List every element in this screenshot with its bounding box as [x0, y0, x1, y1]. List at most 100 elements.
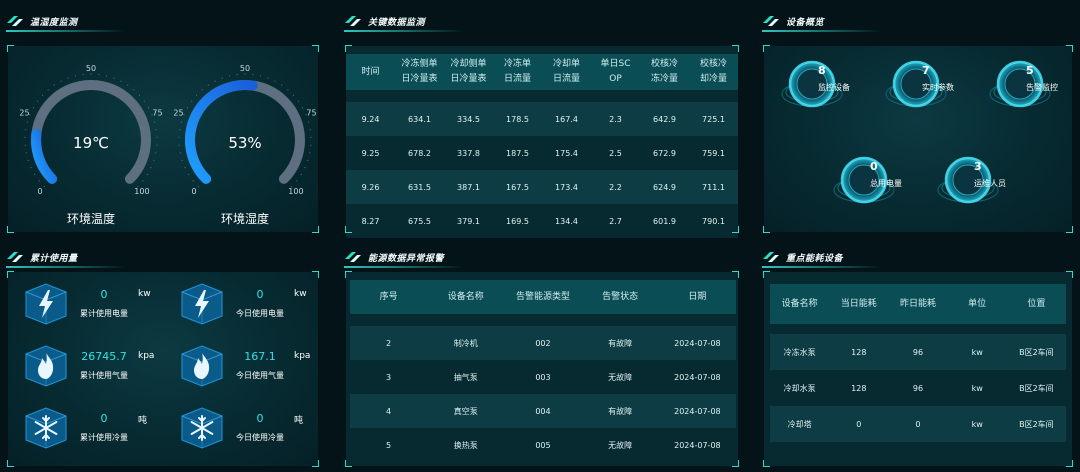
- table-cell: kw: [971, 383, 983, 393]
- overview-item[interactable]: 8 监控设备: [778, 58, 866, 118]
- table-row[interactable]: 9.24 634.1 334.5 178.5 167.4 2.3 642.9 725.1: [346, 102, 738, 136]
- table-cell: 187.5: [506, 148, 529, 158]
- gauge-tick-label: 25: [173, 108, 183, 117]
- table-cell: 冷却水泵: [783, 383, 816, 393]
- gauge-value: 53%: [228, 134, 262, 152]
- panel-body: 设备名称 当日能耗 昨日能耗 单位 位置 冷冻水泵 128 96 kw B区2车间冷却水泵 128…: [763, 271, 1073, 467]
- table-cell: 9.25: [361, 148, 380, 158]
- gauge-tick: [143, 100, 145, 102]
- gauge-tick: [120, 80, 122, 82]
- column-header: 日期: [658, 280, 736, 314]
- gauge-tick: [82, 73, 84, 76]
- gauge-tick: [301, 107, 304, 109]
- table-cell: 2024-07-08: [674, 338, 721, 348]
- gauge-tick-label: 75: [306, 108, 316, 117]
- overview-label: 运维人员: [974, 179, 1006, 188]
- gauge-tick: [146, 173, 148, 176]
- table-cell: 387.1: [457, 182, 480, 192]
- usage-value: 0: [256, 412, 264, 425]
- column-header: 告警状态: [581, 280, 659, 314]
- table-cell: 173.4: [555, 182, 578, 192]
- panel-body: 0 25 50 75 100 19℃ 环境温度 0 25 50 75 100 53% 环境湿度: [7, 45, 319, 233]
- table-cell: 631.5: [408, 182, 431, 192]
- table-cell: 128: [851, 383, 867, 393]
- temp-humidity-panel: 温湿度监测 0 25 50 75 100 19℃ 环境温度 0 25 50 75 100 53%…: [0, 8, 325, 233]
- table-cell: 制冷机: [453, 338, 478, 348]
- panel-logo-icon: [7, 252, 23, 262]
- table-cell: 冷却塔: [787, 419, 812, 429]
- table-cell: 134.4: [555, 216, 578, 226]
- gauge-tick: [195, 94, 198, 96]
- table-cell: 790.1: [702, 216, 725, 226]
- table-cell: kw: [971, 347, 983, 357]
- table-cell: 0: [856, 419, 862, 429]
- usage-unit: kpa: [294, 351, 311, 361]
- overview-item[interactable]: 3 运维人员: [934, 154, 1022, 214]
- usage-value: 26745.7: [81, 350, 127, 363]
- table-cell: 0: [915, 419, 921, 429]
- table-cell: 无故障: [608, 440, 633, 450]
- table-cell: 334.5: [457, 114, 480, 124]
- table-cell: 9.26: [361, 182, 380, 192]
- panel-body: 序号 设备名称 告警能源类型 告警状态 日期 2 制冷机 002 有故障 2024-07-08 3…: [345, 271, 739, 467]
- table-row[interactable]: 4 真空泵 004 有故障 2024-07-08: [350, 394, 736, 428]
- table-cell: 167.4: [555, 114, 578, 124]
- usage-value: 0: [100, 412, 108, 425]
- column-header: 冷却侧单 日冷量表: [444, 54, 493, 90]
- temperature-gauge: 0 25 50 75 100 19℃ 环境温度: [16, 58, 166, 226]
- gauge-tick: [267, 77, 269, 79]
- usage-label: 累计使用冷量: [80, 433, 128, 442]
- table-row[interactable]: 冷却水泵 128 96 kw B区2车间: [770, 370, 1066, 406]
- table-row[interactable]: 冷冻水泵 128 96 kw B区2车间: [770, 334, 1066, 370]
- gauge-tick: [179, 129, 181, 131]
- gauge-tick: [153, 121, 156, 123]
- panel-title: 重点能耗设备: [786, 253, 844, 264]
- column-header: 冷却单 日流量: [542, 54, 591, 90]
- flame-icon: [25, 345, 67, 387]
- table-cell: 4: [386, 406, 392, 416]
- table-row[interactable]: 3 抽气泵 003 无故障 2024-07-08: [350, 360, 736, 394]
- table-cell: 337.8: [457, 148, 480, 158]
- gauge-tick: [296, 180, 298, 182]
- table-cell: 有故障: [608, 406, 633, 416]
- usage-item: 0 kw 今日使用电量: [180, 282, 330, 330]
- gauge-tick-label: 100: [134, 187, 149, 196]
- usage-item: 0 吨 累计使用冷量: [24, 406, 174, 454]
- table-cell: 无故障: [608, 372, 633, 382]
- device-overview-panel: 设备概览 8 监控设备 7 实时参数 5 告警监控 0 总用电量 3 运维人员: [756, 8, 1080, 233]
- column-header: 校核冷 却冷量: [689, 54, 738, 90]
- gauge-tick: [297, 100, 299, 102]
- flame-icon: [181, 345, 223, 387]
- gauge-tick: [29, 114, 31, 116]
- overview-item[interactable]: 5 告警监控: [986, 58, 1074, 118]
- panel-logo-icon: [345, 16, 361, 26]
- table-header-row: 设备名称 当日能耗 昨日能耗 单位 位置: [770, 284, 1066, 324]
- table-row[interactable]: 8.27 675.5 379.1 169.5 134.4 2.7 601.9 790.1: [346, 204, 738, 238]
- table-row[interactable]: 冷却塔 0 0 kw B区2车间: [770, 406, 1066, 442]
- table-row[interactable]: 2 制冷机 002 有故障 2024-07-08: [350, 326, 736, 360]
- table-row[interactable]: 9.25 678.2 337.8 187.5 175.4 2.5 672.9 759.1: [346, 136, 738, 170]
- usage-unit: 吨: [294, 416, 304, 426]
- snowflake-icon: [25, 407, 67, 449]
- gauge-tick-label: 0: [192, 187, 197, 196]
- table-cell: 8.27: [361, 216, 380, 226]
- table-row[interactable]: 9.26 631.5 387.1 167.5 173.4 2.2 624.9 711.1: [346, 170, 738, 204]
- lightning-icon: [181, 283, 223, 325]
- usage-value: 0: [256, 288, 264, 301]
- gauge-tick: [150, 167, 152, 169]
- overview-item[interactable]: 0 总用电量: [830, 154, 918, 214]
- table-cell: 128: [851, 347, 867, 357]
- table-cell: 178.5: [506, 114, 529, 124]
- usage-unit: kw: [294, 289, 307, 299]
- overview-item[interactable]: 7 实时参数: [882, 58, 970, 118]
- gauge-tick: [309, 152, 311, 154]
- gauge-tick: [191, 100, 193, 102]
- gauge-tick: [155, 129, 157, 131]
- gauge-tick: [90, 73, 92, 75]
- gauge-tick: [60, 80, 62, 82]
- usage-unit: kpa: [138, 351, 155, 361]
- gauge-tick: [47, 89, 49, 91]
- table-row[interactable]: 5 换热泵 005 无故障 2024-07-08: [350, 428, 736, 462]
- gauge-tick: [113, 77, 115, 79]
- table-cell: 725.1: [702, 114, 725, 124]
